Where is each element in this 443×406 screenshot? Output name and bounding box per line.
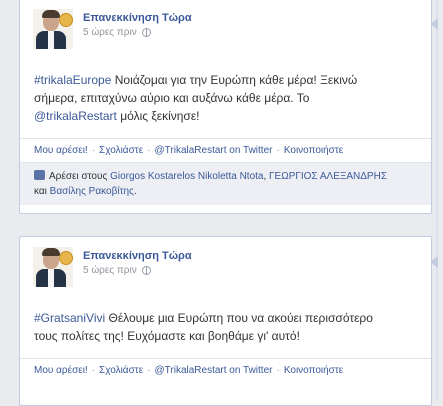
separator: ·	[276, 365, 280, 376]
story-actions: Μου αρέσει! · Σχολιάστε · @TrikalaRestar…	[20, 358, 431, 382]
comment-link[interactable]: Σχολιάστε	[99, 145, 143, 156]
separator: ·	[91, 145, 96, 156]
author-name[interactable]: Επανεκκίνηση Τώρα	[83, 12, 192, 24]
post-text-line: σήμερα, επιταχύνω αύριο και αυξάνω κάθε …	[34, 91, 310, 105]
like-link[interactable]: Μου αρέσει!	[34, 365, 88, 376]
liker-link[interactable]: ΓΕΩΡΓΙΟΣ ΑΛΕΞΑΝΔΡΗΣ	[269, 171, 387, 182]
hashtag-link[interactable]: #trikalaEurope	[34, 73, 111, 87]
liker-link[interactable]: Βασίλης Ρακοβίτης	[50, 186, 134, 197]
timeline-spine	[436, 0, 438, 400]
globe-icon[interactable]	[141, 266, 151, 275]
twitter-link[interactable]: @TrikalaRestart on Twitter	[155, 365, 273, 376]
logo-badge-icon	[59, 13, 73, 27]
twitter-link[interactable]: @TrikalaRestart on Twitter	[155, 145, 273, 156]
separator: ·	[147, 365, 151, 376]
author-name[interactable]: Επανεκκίνηση Τώρα	[83, 250, 192, 262]
timestamp[interactable]: 5 ώρες πριν	[83, 265, 137, 276]
story-meta: 5 ώρες πριν	[83, 27, 151, 38]
post-text-line: τους πολίτες της! Ευχόμαστε και βοηθάμε …	[34, 329, 300, 343]
separator: ·	[147, 145, 151, 156]
timeline-story: Επανεκκίνηση Τώρα 5 ώρες πριν #trikalaEu…	[19, 0, 432, 214]
likes-prefix: Αρέσει στους	[49, 171, 108, 182]
timestamp[interactable]: 5 ώρες πριν	[83, 27, 137, 38]
globe-icon[interactable]	[141, 28, 151, 37]
share-link[interactable]: Κοινοποιήστε	[284, 365, 343, 376]
liker-link[interactable]: Giorgos Kostarelos	[110, 171, 195, 182]
story-header: Επανεκκίνηση Τώρα 5 ώρες πριν	[20, 0, 431, 57]
likes-connector: και	[34, 186, 47, 197]
like-link[interactable]: Μου αρέσει!	[34, 145, 88, 156]
story-actions: Μου αρέσει! · Σχολιάστε · @TrikalaRestar…	[20, 138, 431, 162]
separator: ·	[276, 145, 280, 156]
post-text: #GratsaniVivi Θέλουμε μια Ευρώπη που να …	[20, 309, 431, 345]
story-meta: 5 ώρες πριν	[83, 265, 151, 276]
mention-link[interactable]: @trikalaRestart	[34, 109, 117, 123]
separator: ·	[91, 365, 96, 376]
post-text-line: Θέλουμε μια Ευρώπη που να ακούει περισσό…	[105, 311, 373, 325]
likes-punct: .	[133, 186, 137, 197]
thumbs-up-icon	[34, 170, 45, 180]
comment-link[interactable]: Σχολιάστε	[99, 365, 143, 376]
post-text-line: Νοιάζομαι για την Ευρώπη κάθε μέρα! Ξεκι…	[111, 73, 358, 87]
avatar[interactable]	[33, 247, 73, 287]
hashtag-link[interactable]: #GratsaniVivi	[34, 311, 105, 325]
likes-summary: Αρέσει στους Giorgos Kostarelos Nikolett…	[20, 162, 431, 205]
post-text-line: μόλις ξεκίνησε!	[116, 109, 200, 123]
timeline-story: Επανεκκίνηση Τώρα 5 ώρες πριν #GratsaniV…	[19, 236, 432, 406]
avatar[interactable]	[33, 9, 73, 49]
share-link[interactable]: Κοινοποιήστε	[284, 145, 343, 156]
liker-link[interactable]: Nikoletta Ntota	[198, 171, 264, 182]
story-header: Επανεκκίνηση Τώρα 5 ώρες πριν	[20, 237, 431, 295]
logo-badge-icon	[59, 251, 73, 265]
post-text: #trikalaEurope Νοιάζομαι για την Ευρώπη …	[20, 71, 431, 125]
